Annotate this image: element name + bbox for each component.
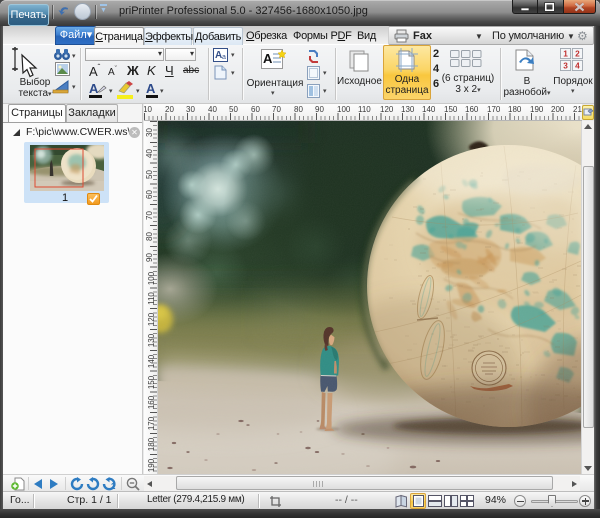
svg-text:2: 2: [111, 482, 116, 491]
svg-text:4: 4: [575, 62, 580, 71]
svg-text:2: 2: [575, 50, 580, 59]
svg-text:A: A: [263, 51, 273, 66]
svg-text:1: 1: [563, 50, 568, 59]
svg-text:3: 3: [563, 62, 568, 71]
svg-text:а: а: [222, 54, 226, 61]
